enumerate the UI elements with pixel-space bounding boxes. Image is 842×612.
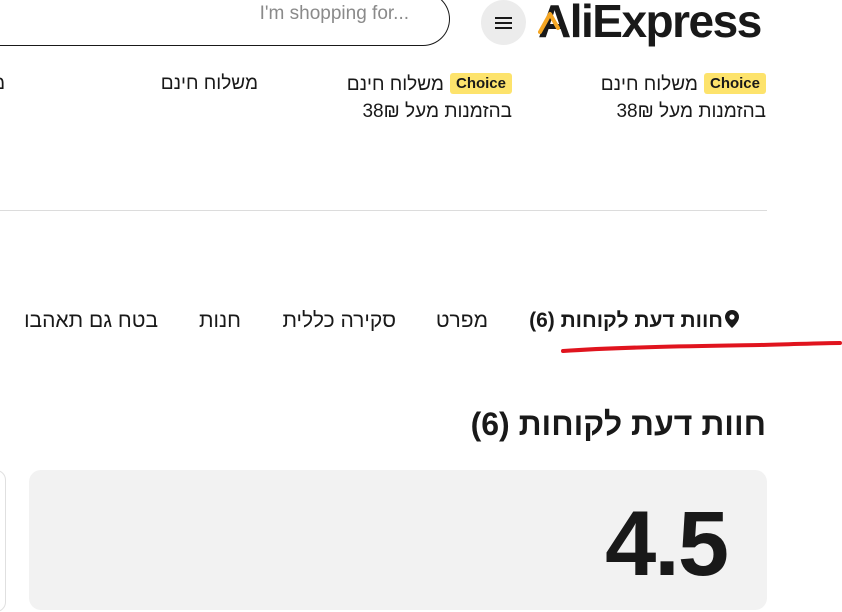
aliexpress-logo[interactable]: AliExpress	[538, 0, 762, 48]
free-shipping-text: משלוח חינם	[600, 74, 698, 95]
rating-summary-card: 4.5	[29, 470, 767, 610]
cut-off-text: מ	[0, 73, 5, 95]
reviews-heading: חוות דעת לקוחות (6)	[470, 406, 766, 442]
shipping-item: Choiceמשלוח חינם	[347, 73, 512, 96]
tab-customer-reviews[interactable]: חוות דעת לקוחות (6)	[529, 309, 739, 333]
shipping-condition: בהזמנות מעל 38₪	[362, 101, 512, 122]
free-shipping-text: משלוח חינם	[346, 74, 444, 95]
tab-label: חוות דעת לקוחות (6)	[529, 309, 723, 332]
tab-overview[interactable]: סקירה כללית	[282, 309, 396, 333]
choice-badge: Choice	[703, 73, 766, 94]
hamburger-menu-icon	[495, 14, 512, 32]
side-card	[0, 470, 6, 612]
free-shipping-text: משלוח חינם	[160, 73, 258, 94]
shipping-item: Choiceמשלוח חינם	[601, 73, 766, 96]
annotation-underline	[561, 341, 842, 353]
search-bar[interactable]: I'm shopping for...	[0, 0, 450, 46]
choice-badge: Choice	[449, 73, 512, 94]
menu-button[interactable]	[481, 0, 526, 45]
tab-store[interactable]: חנות	[199, 309, 241, 333]
average-rating: 4.5	[605, 493, 729, 595]
tab-specifications[interactable]: מפרט	[436, 309, 488, 333]
shipping-condition: בהזמנות מעל 38₪	[616, 101, 766, 122]
logo-accent-icon	[538, 12, 560, 34]
tab-recommended[interactable]: בטח גם תאהבו	[24, 309, 158, 333]
search-input[interactable]: I'm shopping for...	[260, 3, 409, 25]
location-pin-icon	[725, 310, 739, 328]
divider	[0, 210, 767, 211]
